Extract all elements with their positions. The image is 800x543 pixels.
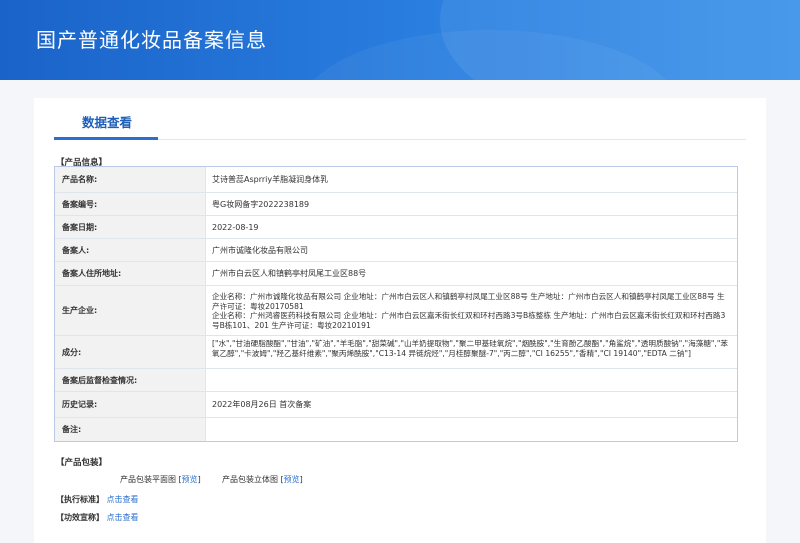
row-value: ["水","甘油硬脂酸酯","甘油","矿油","羊毛脂","甜菜碱","山羊奶… (212, 339, 728, 358)
tab-bar: 数据查看 (54, 98, 746, 140)
table-row: 备注: (55, 418, 737, 441)
row-label: 备案人: (55, 239, 206, 261)
section-packaging: 【产品包装】 (56, 458, 108, 468)
standard-line: 【执行标准】 点击查看 (56, 494, 139, 505)
table-row: 备案人: 广州市诚隆化妆品有限公司 (55, 239, 737, 262)
table-row: 成分: ["水","甘油硬脂酸酯","甘油","矿油","羊毛脂","甜菜碱",… (55, 336, 737, 369)
tab-active-indicator (54, 137, 158, 140)
row-label: 备案日期: (55, 216, 206, 238)
row-label: 历史记录: (55, 392, 206, 417)
table-row: 历史记录: 2022年08月26日 首次备案 (55, 392, 737, 418)
table-row: 备案编号: 粤G妆网备字2022238189 (55, 193, 737, 216)
row-label: 生产企业: (55, 286, 206, 335)
product-info-table: 产品名称: 艾诗普蕊Asprriy羊脂凝润身体乳 备案编号: 粤G妆网备字202… (54, 166, 738, 442)
row-value: 2022年08月26日 首次备案 (212, 400, 312, 409)
efficacy-line: 【功效宣称】 点击查看 (56, 512, 139, 523)
packaging-flat-preview-link[interactable]: 预览 (182, 475, 198, 484)
section-efficacy: 【功效宣称】 (56, 513, 104, 522)
packaging-solid-preview-link[interactable]: 预览 (284, 475, 300, 484)
packaging-solid-item: 产品包装立体图 [预览] (222, 475, 303, 484)
row-value: 广州市白云区人和镇鹤亭村凤尾工业区88号 (212, 269, 367, 278)
header-banner: 国产普通化妆品备案信息 (0, 0, 800, 80)
row-label: 备案编号: (55, 193, 206, 215)
table-row: 备案后监督检查情况: (55, 369, 737, 392)
row-label: 成分: (55, 336, 206, 368)
row-label: 备案后监督检查情况: (55, 369, 206, 391)
row-label: 备案人住所地址: (55, 262, 206, 285)
table-row: 生产企业: 企业名称：广州市诚隆化妆品有限公司 企业地址：广州市白云区人和镇鹤亭… (55, 286, 737, 336)
packaging-flat-item: 产品包装平面图 [预览] (120, 475, 201, 484)
page-title: 国产普通化妆品备案信息 (36, 28, 267, 52)
efficacy-view-link[interactable]: 点击查看 (107, 513, 139, 522)
row-label: 备注: (55, 418, 206, 441)
packaging-solid-label: 产品包装立体图 (222, 475, 278, 484)
row-value: 粤G妆网备字2022238189 (212, 199, 310, 209)
row-value: 广州市诚隆化妆品有限公司 (212, 245, 308, 255)
row-value: 2022-08-19 (212, 222, 259, 232)
tab-data-view[interactable]: 数据查看 (82, 112, 132, 131)
table-row: 产品名称: 艾诗普蕊Asprriy羊脂凝润身体乳 (55, 167, 737, 193)
table-row: 备案人住所地址: 广州市白云区人和镇鹤亭村凤尾工业区88号 (55, 262, 737, 286)
row-value: 艾诗普蕊Asprriy羊脂凝润身体乳 (212, 175, 329, 184)
table-row: 备案日期: 2022-08-19 (55, 216, 737, 239)
standard-view-link[interactable]: 点击查看 (107, 495, 139, 504)
row-value (212, 418, 732, 441)
row-value (212, 369, 732, 391)
row-label: 产品名称: (55, 167, 206, 192)
packaging-flat-label: 产品包装平面图 (120, 475, 176, 484)
section-standard: 【执行标准】 (56, 495, 104, 504)
row-value: 企业名称：广州市诚隆化妆品有限公司 企业地址：广州市白云区人和镇鹤亭村凤尾工业区… (212, 292, 726, 330)
